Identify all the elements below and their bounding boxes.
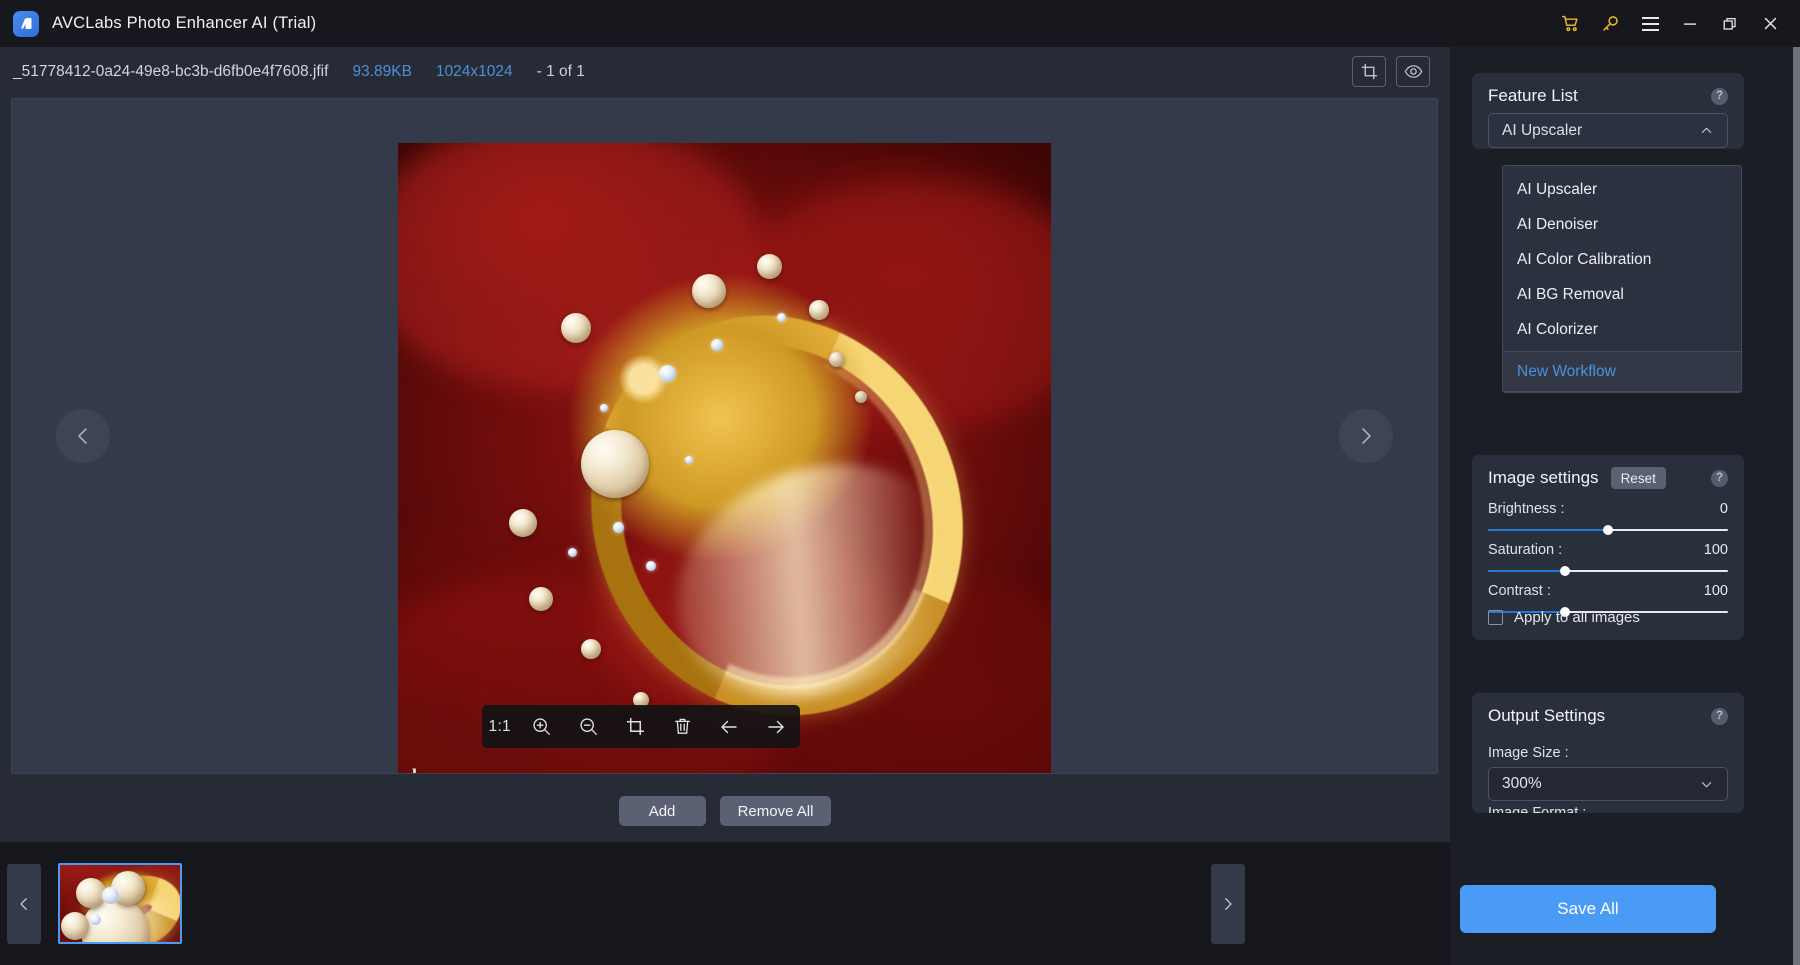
feature-select[interactable]: AI Upscaler	[1488, 113, 1728, 148]
brightness-value: 0	[1719, 501, 1728, 517]
dropdown-item-ai-bg-removal[interactable]: AI BG Removal	[1503, 277, 1741, 312]
image-settings-header: Image settings Reset ?	[1472, 455, 1744, 501]
saturation-slider[interactable]	[1488, 566, 1728, 576]
chevron-down-icon	[1699, 777, 1714, 792]
file-action-row: Add Remove All	[0, 780, 1450, 842]
zoom-in-icon[interactable]	[524, 710, 558, 744]
app-window: AVCLabs Photo Enhancer AI (Trial) _51778…	[0, 0, 1800, 965]
image-settings-panel: Image settings Reset ? Brightness : 0 Sa…	[1472, 455, 1744, 640]
crop-tool-icon[interactable]	[618, 710, 652, 744]
arrow-left-icon[interactable]	[712, 710, 746, 744]
saturation-label: Saturation :	[1488, 542, 1563, 558]
thumbstrip-prev-icon[interactable]	[7, 864, 41, 944]
sidebar-scrollbar[interactable]	[1793, 47, 1800, 965]
apply-all-label: Apply to all images	[1514, 609, 1640, 626]
crop-icon[interactable]	[1352, 56, 1386, 87]
add-button[interactable]: Add	[618, 796, 706, 826]
output-settings-title: Output Settings	[1488, 706, 1606, 725]
close-icon[interactable]	[1750, 0, 1790, 47]
brightness-slider[interactable]	[1488, 525, 1728, 535]
feature-list-panel: Feature List ? AI Upscaler	[1472, 73, 1744, 149]
canvas-prev-icon[interactable]	[56, 409, 110, 463]
zoom-out-icon[interactable]	[571, 710, 605, 744]
zoom-ratio-button[interactable]: 1:1	[489, 710, 511, 744]
brightness-label-row: Brightness : 0	[1488, 501, 1728, 517]
app-logo-icon	[13, 10, 39, 37]
image-size-label: Image Size :	[1488, 745, 1569, 761]
minimize-icon[interactable]	[1670, 0, 1710, 47]
bing-watermark: b	[412, 766, 434, 773]
eye-icon[interactable]	[1396, 56, 1430, 87]
file-count: - 1 of 1	[536, 62, 585, 80]
dropdown-item-new-workflow[interactable]: New Workflow	[1503, 352, 1741, 392]
image-toolbar: 1:1	[482, 705, 800, 748]
dropdown-item-ai-colorizer[interactable]: AI Colorizer	[1503, 312, 1741, 347]
canvas-next-icon[interactable]	[1339, 409, 1393, 463]
app-title: AVCLabs Photo Enhancer AI (Trial)	[52, 14, 317, 32]
contrast-value: 100	[1703, 583, 1728, 599]
saturation-label-row: Saturation : 100	[1488, 542, 1728, 558]
dropdown-item-ai-color-calibration[interactable]: AI Color Calibration	[1503, 242, 1741, 277]
cart-icon[interactable]	[1550, 0, 1590, 47]
thumbstrip-next-icon[interactable]	[1211, 864, 1245, 944]
arrow-right-icon[interactable]	[759, 710, 793, 744]
remove-all-button[interactable]: Remove All	[719, 796, 832, 826]
dropdown-item-ai-upscaler[interactable]: AI Upscaler	[1503, 172, 1741, 207]
file-info-bar: _51778412-0a24-49e8-bc3b-d6fb0e4f7608.jf…	[0, 47, 1450, 96]
chevron-up-icon	[1699, 123, 1714, 138]
hamburger-icon[interactable]	[1630, 0, 1670, 47]
image-canvas[interactable]: b 1:1	[11, 98, 1438, 774]
output-settings-panel: Output Settings ? Image Size : 300% Imag…	[1472, 693, 1744, 813]
feature-dropdown-menu: AI Upscaler AI Denoiser AI Color Calibra…	[1502, 165, 1742, 393]
feature-list-title: Feature List	[1488, 86, 1578, 105]
contrast-label: Contrast :	[1488, 583, 1551, 599]
apply-all-checkbox[interactable]	[1488, 610, 1503, 625]
file-dimensions: 1024x1024	[435, 62, 513, 80]
brightness-slider-row: Brightness : 0	[1488, 501, 1728, 535]
thumbnail-strip	[0, 842, 1450, 965]
preview-image[interactable]: b	[398, 143, 1051, 773]
saturation-slider-row: Saturation : 100	[1488, 542, 1728, 576]
title-bar: AVCLabs Photo Enhancer AI (Trial)	[0, 0, 1800, 47]
help-icon[interactable]: ?	[1711, 707, 1728, 725]
help-icon[interactable]: ?	[1711, 87, 1728, 105]
main-pane: _51778412-0a24-49e8-bc3b-d6fb0e4f7608.jf…	[0, 47, 1450, 965]
reset-button[interactable]: Reset	[1610, 467, 1666, 489]
file-name: _51778412-0a24-49e8-bc3b-d6fb0e4f7608.jf…	[13, 62, 329, 80]
image-size-value: 300%	[1502, 775, 1542, 792]
apply-all-row[interactable]: Apply to all images	[1488, 609, 1640, 626]
saturation-value: 100	[1703, 542, 1728, 558]
file-size: 93.89KB	[352, 62, 412, 80]
brightness-label: Brightness :	[1488, 501, 1565, 517]
output-settings-header: Output Settings ?	[1472, 693, 1744, 739]
thumbnail-item[interactable]	[58, 863, 182, 944]
trash-icon[interactable]	[665, 710, 699, 744]
image-size-select[interactable]: 300%	[1488, 767, 1728, 801]
key-icon[interactable]	[1590, 0, 1630, 47]
save-all-button[interactable]: Save All	[1460, 885, 1716, 933]
info-bar-buttons	[1352, 56, 1430, 87]
feature-select-value: AI Upscaler	[1502, 121, 1583, 139]
contrast-label-row: Contrast : 100	[1488, 583, 1728, 599]
dropdown-item-ai-denoiser[interactable]: AI Denoiser	[1503, 207, 1741, 242]
help-icon[interactable]: ?	[1711, 469, 1728, 487]
image-format-label: Image Format :	[1488, 805, 1587, 813]
image-settings-title: Image settings	[1488, 468, 1599, 487]
window-controls	[1550, 0, 1800, 47]
restore-icon[interactable]	[1710, 0, 1750, 47]
